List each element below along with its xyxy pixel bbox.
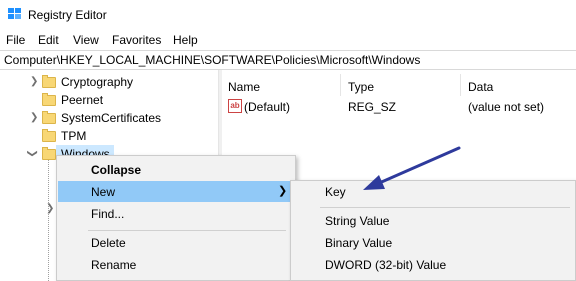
ab-string-icon: ab bbox=[228, 99, 242, 113]
menu-edit[interactable]: Edit bbox=[38, 33, 59, 47]
value-name[interactable]: (Default) bbox=[244, 100, 290, 114]
column-header-data[interactable]: Data bbox=[468, 80, 493, 94]
menu-help[interactable]: Help bbox=[173, 33, 198, 47]
menu-view[interactable]: View bbox=[73, 33, 99, 47]
folder-icon bbox=[42, 129, 56, 142]
menu-favorites[interactable]: Favorites bbox=[112, 33, 161, 47]
tree-guide-line bbox=[48, 160, 49, 281]
folder-icon bbox=[42, 111, 56, 124]
tree-item-tpm[interactable]: TPM bbox=[61, 129, 86, 143]
menu-separator bbox=[320, 207, 570, 208]
menu-separator bbox=[88, 230, 286, 231]
tree-item-cryptography[interactable]: Cryptography bbox=[61, 75, 133, 89]
chevron-right-icon[interactable]: ❯ bbox=[30, 76, 38, 87]
value-data: (value not set) bbox=[468, 100, 545, 114]
tree-item-systemcertificates[interactable]: SystemCertificates bbox=[61, 111, 161, 125]
folder-icon bbox=[42, 75, 56, 88]
address-path[interactable]: Computer\HKEY_LOCAL_MACHINE\SOFTWARE\Pol… bbox=[4, 53, 420, 67]
registry-editor-icon bbox=[8, 8, 21, 19]
submenu-arrow-icon: ❯ bbox=[278, 185, 288, 197]
chevron-down-icon[interactable]: ❯ bbox=[27, 149, 38, 157]
chevron-right-icon[interactable]: ❯ bbox=[30, 112, 38, 123]
column-header-name[interactable]: Name bbox=[228, 80, 260, 94]
menu-file[interactable]: File bbox=[6, 33, 25, 47]
folder-icon bbox=[42, 93, 56, 106]
column-divider[interactable] bbox=[460, 74, 461, 96]
context-item-delete[interactable]: Delete bbox=[91, 236, 126, 250]
submenu-item-binary-value[interactable]: Binary Value bbox=[325, 236, 392, 250]
submenu-item-string-value[interactable]: String Value bbox=[325, 214, 389, 228]
submenu-item-dword-value[interactable]: DWORD (32-bit) Value bbox=[325, 258, 446, 272]
context-item-collapse[interactable]: Collapse bbox=[91, 163, 141, 177]
value-type: REG_SZ bbox=[348, 100, 397, 114]
chevron-right-icon[interactable]: ❯ bbox=[46, 203, 54, 214]
window-title: Registry Editor bbox=[28, 8, 107, 22]
column-divider[interactable] bbox=[340, 74, 341, 96]
context-item-rename[interactable]: Rename bbox=[91, 258, 136, 272]
annotation-arrow-icon bbox=[363, 146, 461, 190]
submenu-item-key[interactable]: Key bbox=[325, 185, 346, 199]
context-item-find[interactable]: Find... bbox=[91, 207, 124, 221]
context-item-new[interactable]: New bbox=[91, 185, 115, 199]
tree-item-peernet[interactable]: Peernet bbox=[61, 93, 103, 107]
column-header-type[interactable]: Type bbox=[348, 80, 374, 94]
folder-open-icon bbox=[42, 147, 56, 160]
